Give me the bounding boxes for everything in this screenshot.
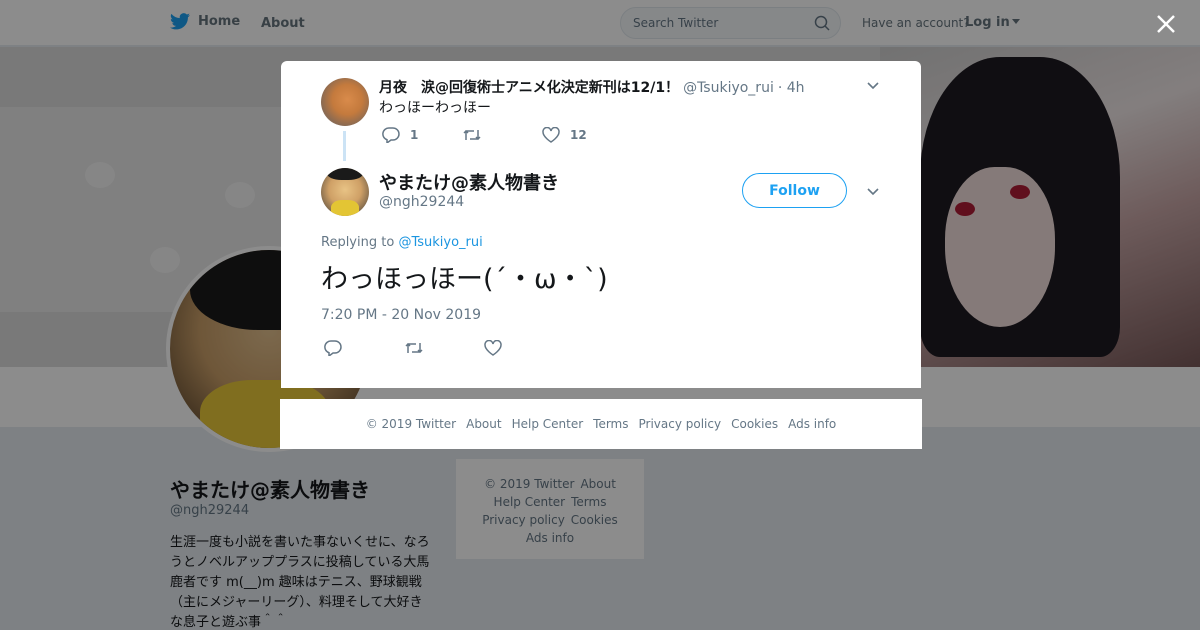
replying-to: Replying to @Tsukiyo_rui	[321, 235, 483, 250]
parent-tweet-actions: 1 12	[382, 127, 622, 143]
modal-footer: © 2019 Twitter About Help Center Terms P…	[280, 399, 922, 449]
footer-privacy-link[interactable]: Privacy policy	[639, 417, 722, 431]
like-button[interactable]: 12	[542, 127, 622, 143]
main-tweet-text: わっほっほー(´・ω・`)	[321, 264, 608, 295]
retweet-icon[interactable]	[404, 341, 424, 355]
footer-terms-link[interactable]: Terms	[593, 417, 628, 431]
main-tweet-avatar[interactable]	[321, 168, 369, 216]
heart-icon[interactable]	[484, 340, 502, 356]
footer-help-link[interactable]: Help Center	[512, 417, 584, 431]
retweet-icon	[463, 129, 481, 141]
main-tweet-actions	[324, 340, 502, 356]
main-author-handle[interactable]: @ngh29244	[379, 194, 464, 210]
thread-connector	[343, 131, 346, 161]
main-tweet-timestamp[interactable]: 7:20 PM - 20 Nov 2019	[321, 307, 481, 323]
footer-cookies-link[interactable]: Cookies	[731, 417, 778, 431]
chevron-down-icon[interactable]	[866, 185, 880, 199]
avatar-hair	[327, 168, 363, 180]
reply-icon[interactable]	[324, 340, 342, 356]
reply-icon	[382, 127, 400, 143]
footer-about-link[interactable]: About	[466, 417, 501, 431]
chevron-down-icon[interactable]	[866, 79, 880, 93]
footer-ads-link[interactable]: Ads info	[788, 417, 836, 431]
retweet-button[interactable]	[462, 128, 542, 142]
close-icon[interactable]	[1154, 12, 1178, 36]
follow-button[interactable]: Follow	[742, 173, 847, 208]
like-count: 12	[570, 128, 587, 142]
replying-to-link[interactable]: @Tsukiyo_rui	[398, 235, 482, 250]
main-author-name[interactable]: やまたけ@素人物書き	[379, 169, 559, 195]
parent-author-handle[interactable]: @Tsukiyo_rui	[683, 80, 774, 96]
parent-tweet-text: わっほーわっほー	[379, 100, 491, 116]
replying-prefix: Replying to	[321, 235, 395, 250]
parent-tweet-time[interactable]: · 4h	[778, 80, 805, 96]
tweet-modal: 月夜 涙@回復術士アニメ化決定新刊は12/1！ @Tsukiyo_rui · 4h …	[281, 61, 921, 388]
heart-icon	[542, 127, 560, 143]
avatar-shirt	[331, 200, 359, 216]
parent-tweet-header: 月夜 涙@回復術士アニメ化決定新刊は12/1！ @Tsukiyo_rui · 4h	[379, 77, 805, 97]
reply-count: 1	[410, 128, 419, 142]
footer-copyright: © 2019 Twitter	[365, 417, 457, 431]
reply-button[interactable]: 1	[382, 127, 462, 143]
parent-author-name[interactable]: 月夜 涙@回復術士アニメ化決定新刊は12/1！	[379, 80, 679, 96]
parent-tweet-avatar[interactable]	[321, 78, 369, 126]
